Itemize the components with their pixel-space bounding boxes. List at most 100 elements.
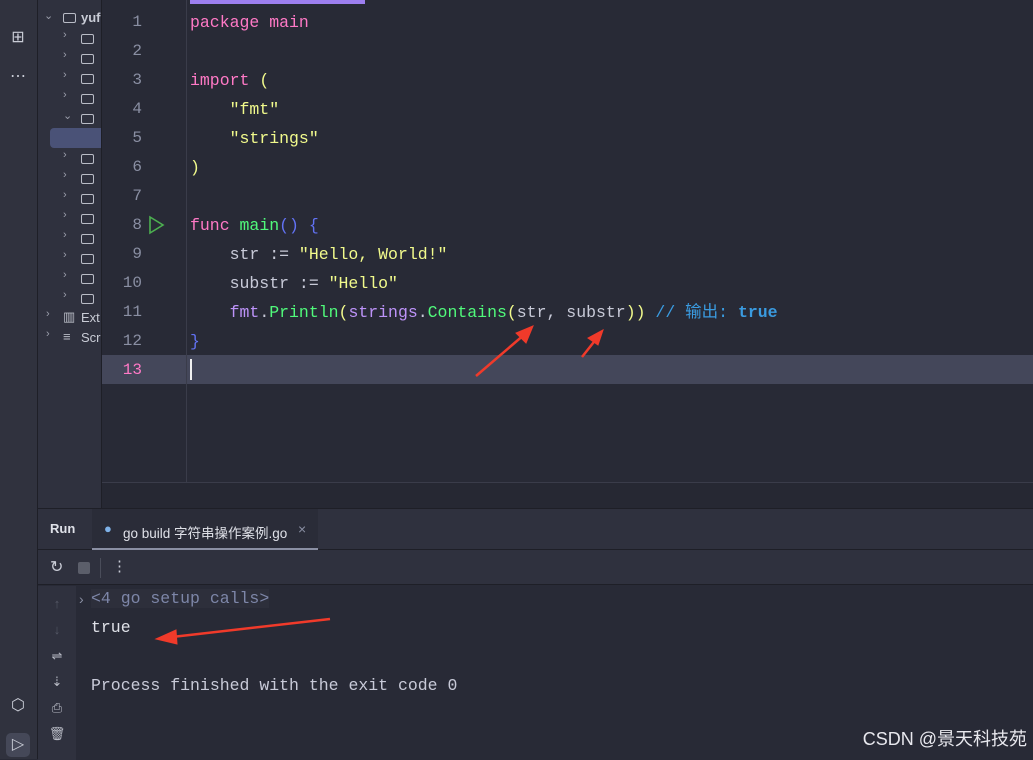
active-tab-indicator — [190, 0, 365, 4]
run-gutter-icon[interactable] — [146, 215, 166, 235]
line-number: 9 — [132, 245, 142, 263]
stop-icon[interactable] — [78, 562, 90, 574]
chevron-icon[interactable]: › — [63, 29, 73, 41]
text-cursor — [190, 359, 192, 380]
more-icon[interactable]: ⋯ — [6, 65, 30, 89]
tree-folder[interactable]: › — [38, 89, 101, 109]
code-line[interactable]: "fmt" — [190, 95, 280, 124]
run-tab[interactable]: ● go build 字符串操作案例.go × — [92, 509, 318, 550]
chevron-icon[interactable]: ⌄ — [63, 109, 73, 122]
code-line[interactable]: func main() { — [190, 211, 319, 240]
output-result: true — [91, 618, 131, 637]
folder-icon — [81, 254, 94, 264]
tree-external-libs[interactable]: › ▥ Ext — [38, 308, 101, 328]
chevron-icon[interactable]: › — [63, 269, 73, 281]
run-panel-title: Run — [50, 521, 76, 536]
code-token: strings — [348, 303, 418, 322]
code-line[interactable]: import ( — [190, 66, 269, 95]
code-line[interactable]: } — [190, 327, 200, 356]
tree-folder[interactable]: › — [38, 69, 101, 89]
folder-icon — [81, 74, 94, 84]
up-arrow-icon[interactable]: ↑ — [48, 596, 66, 611]
tree-folder[interactable]: › — [38, 169, 101, 189]
folder-icon — [81, 54, 94, 64]
code-editor[interactable]: 1 package main 2 3 import (4 "fmt" 5 "strings… — [102, 0, 1033, 508]
folder-icon — [81, 194, 94, 204]
tool-strip: ⊞ ⋯ ⬡ ▷ — [0, 0, 38, 759]
chevron-icon[interactable]: › — [63, 249, 73, 261]
chevron-icon[interactable]: › — [63, 189, 73, 201]
line-number: 2 — [132, 42, 142, 60]
chevron-icon[interactable]: › — [63, 209, 73, 221]
rerun-icon[interactable]: ↻ — [50, 557, 63, 577]
tree-folder[interactable]: › — [38, 149, 101, 169]
chevron-icon[interactable]: › — [63, 69, 73, 81]
chevron-icon[interactable]: › — [63, 149, 73, 161]
tree-folder[interactable]: › — [38, 49, 101, 69]
setup-calls-fold[interactable]: <4 go setup calls> — [91, 589, 270, 608]
code-token: package — [190, 13, 270, 32]
line-number: 1 — [132, 13, 142, 31]
folder-icon — [63, 13, 76, 23]
code-token: "strings" — [190, 129, 319, 148]
expand-chevron-icon[interactable]: › — [79, 591, 84, 607]
line-number: 10 — [122, 274, 142, 292]
divider — [100, 558, 101, 578]
code-token: ( — [259, 71, 270, 90]
soft-wrap-icon[interactable]: ⇌ — [48, 648, 66, 664]
tree-folder[interactable]: › — [38, 249, 101, 269]
code-line[interactable]: substr := "Hello" — [190, 269, 398, 298]
code-token: "Hello" — [328, 274, 398, 293]
trash-icon[interactable]: 🗑 — [48, 726, 66, 742]
tree-folder[interactable]: › — [38, 209, 101, 229]
line-number: 6 — [132, 158, 142, 176]
code-token: str, substr — [516, 303, 626, 322]
tree-folder[interactable]: › — [38, 189, 101, 209]
tree-scratches[interactable]: › ≡ Scr — [38, 328, 101, 348]
chevron-icon[interactable]: › — [63, 229, 73, 241]
services-icon[interactable]: ⬡ — [6, 694, 30, 718]
tree-folder[interactable]: ⌄ — [38, 109, 101, 129]
tree-root[interactable]: ⌄ yuf — [38, 9, 101, 29]
run-tool-icon[interactable]: ▷ — [6, 733, 30, 757]
code-token: main — [239, 216, 280, 235]
tree-folder[interactable]: › — [38, 229, 101, 249]
scroll-to-end-icon[interactable]: ⇣ — [48, 674, 66, 690]
console-sidebar: ↑ ↓ ⇌ ⇣ ⎙ 🗑 — [38, 586, 76, 760]
code-token: str := — [190, 245, 299, 264]
line-number: 8 — [132, 216, 142, 234]
chevron-icon[interactable]: › — [63, 169, 73, 181]
folder-icon — [81, 214, 94, 224]
line-number: 5 — [132, 129, 142, 147]
code-line[interactable]: package main — [190, 8, 309, 37]
line-number: 13 — [122, 361, 142, 379]
down-arrow-icon[interactable]: ↓ — [48, 622, 66, 637]
code-token: ) — [190, 158, 200, 177]
code-line[interactable]: str := "Hello, World!" — [190, 240, 448, 269]
print-icon[interactable]: ⎙ — [48, 700, 66, 716]
scratches-icon: ≡ — [63, 329, 71, 344]
run-panel: Run ● go build 字符串操作案例.go × ↻ ⋮ ↑ ↓ ⇌ ⇣ … — [38, 508, 1033, 760]
code-token: ( — [338, 303, 349, 322]
folder-icon — [81, 174, 94, 184]
code-line[interactable]: "strings" — [190, 124, 319, 153]
code-token: )) — [625, 303, 646, 322]
tree-folder[interactable]: › — [38, 289, 101, 309]
code-token: true — [737, 303, 778, 322]
code-line[interactable]: ) — [190, 153, 200, 182]
line-number: 3 — [132, 71, 142, 89]
code-token: "fmt" — [190, 100, 280, 119]
line-number: 7 — [132, 187, 142, 205]
horizontal-scrollbar[interactable] — [102, 482, 1033, 508]
tree-folder[interactable]: › — [38, 29, 101, 49]
more-options-icon[interactable]: ⋮ — [112, 557, 127, 575]
chevron-icon[interactable]: › — [63, 49, 73, 61]
chevron-icon[interactable]: › — [63, 89, 73, 101]
selected-file[interactable] — [50, 128, 101, 148]
code-token: . — [259, 303, 270, 322]
code-line[interactable]: fmt.Println(strings.Contains(str, substr… — [190, 298, 778, 327]
tree-folder[interactable]: › — [38, 269, 101, 289]
structure-icon[interactable]: ⊞ — [6, 26, 30, 50]
close-tab-icon[interactable]: × — [298, 521, 306, 537]
chevron-icon[interactable]: › — [63, 289, 73, 301]
